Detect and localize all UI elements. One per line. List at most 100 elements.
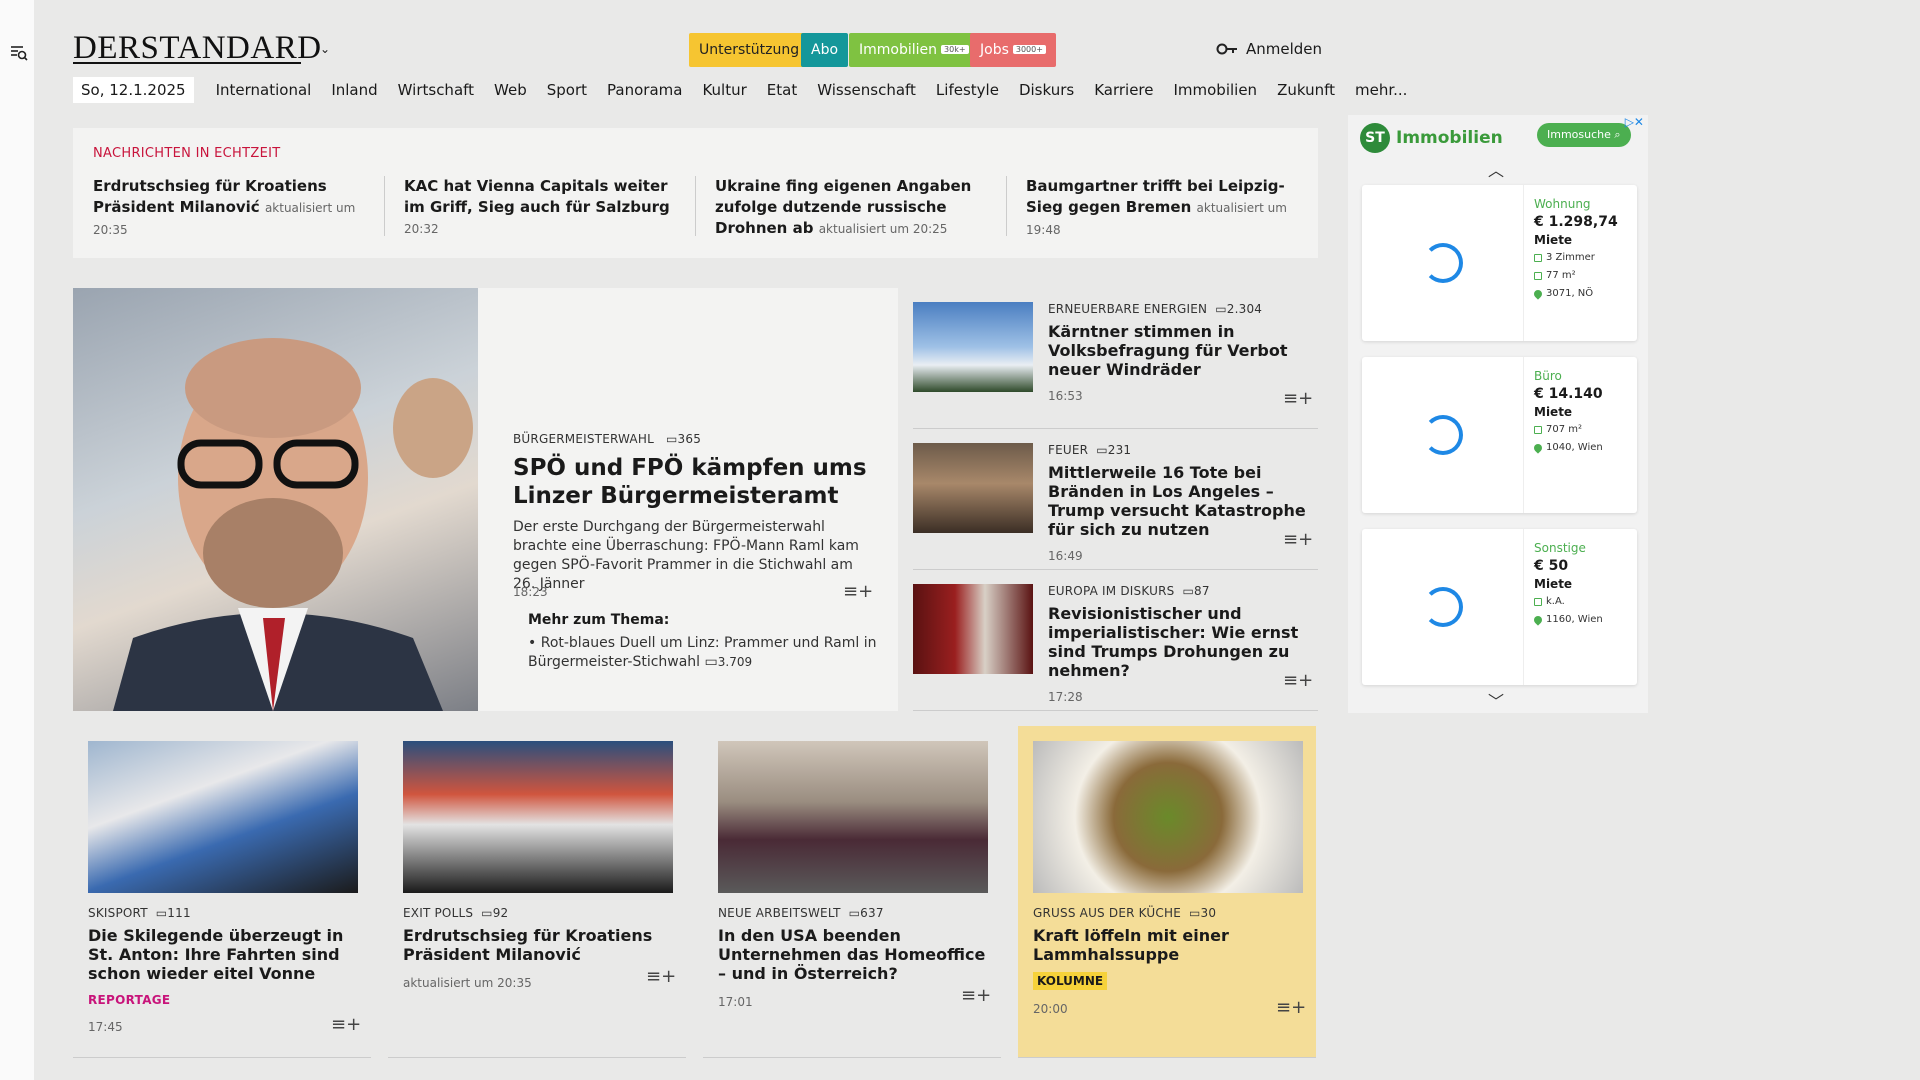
add-to-list-icon[interactable]: ≡+ <box>646 966 676 987</box>
side-kicker: FEUER ▭231 <box>1048 443 1313 457</box>
menu-search-icon[interactable] <box>9 43 29 63</box>
teaser-image[interactable] <box>88 741 358 893</box>
nav-item[interactable]: Zukunft <box>1277 81 1335 99</box>
header-pill-1[interactable]: Abo <box>801 33 849 67</box>
header-pill-label: Jobs <box>980 42 1009 58</box>
more-topic-link[interactable]: • Rot-blaues Duell um Linz: Prammer und … <box>528 634 878 672</box>
side-article-image[interactable] <box>913 302 1033 392</box>
ticker-item[interactable]: KAC hat Vienna Capitals weiter im Griff,… <box>404 176 684 240</box>
side-article[interactable]: FEUER ▭231 Mittlerweile 16 Tote bei Brände… <box>913 429 1318 570</box>
ticker-item[interactable]: Baumgartner trifft bei Leipzig-Sieg gege… <box>1026 176 1306 241</box>
nav-date: So, 12.1.2025 <box>73 77 194 103</box>
listing-area-text: k.A. <box>1546 596 1565 607</box>
immosuche-button[interactable]: Immosuche ⌕ <box>1537 123 1631 147</box>
teaser-title[interactable]: Erdrutschsieg für Kroatiens Präsident Mi… <box>403 926 673 964</box>
add-to-list-icon[interactable]: ≡+ <box>1283 670 1313 691</box>
nav-item[interactable]: Inland <box>331 81 377 99</box>
listing-area: 77 m² <box>1534 267 1618 285</box>
ticker-meta: aktualisiert um 20:25 <box>818 222 948 236</box>
nav-item[interactable]: Panorama <box>607 81 682 99</box>
nav-item[interactable]: mehr... <box>1355 81 1407 99</box>
teaser-kicker: GRUSS AUS DER KÜCHE ▭30 <box>1033 906 1303 920</box>
comment-icon: ▭ <box>704 654 718 670</box>
side-title[interactable]: Revisionistischer und imperialistischer:… <box>1048 604 1313 680</box>
header-pill-badge: 30k+ <box>941 45 969 54</box>
nav-item[interactable]: Lifestyle <box>936 81 999 99</box>
nav-item[interactable]: Wissenschaft <box>817 81 916 99</box>
nav-item[interactable]: Immobilien <box>1173 81 1257 99</box>
listing-image-placeholder <box>1362 185 1524 341</box>
nav-item[interactable]: Karriere <box>1094 81 1153 99</box>
listing-price: € 14.140 <box>1534 386 1603 402</box>
side-article-image[interactable] <box>913 584 1033 674</box>
nav-item[interactable]: Sport <box>547 81 587 99</box>
teaser-time: 17:45 <box>88 1020 123 1034</box>
hero-image[interactable] <box>73 288 478 711</box>
header-pill-2[interactable]: Immobilien 30k+ <box>849 33 979 67</box>
ad-listing[interactable]: Wohnung € 1.298,74 Miete 3 Zimmer 77 m² 3071,… <box>1362 185 1637 341</box>
chevron-down-icon[interactable]: ﹀ <box>1488 688 1504 712</box>
chevron-down-icon[interactable]: ⌄ <box>320 42 330 56</box>
comment-icon: ▭ <box>481 906 493 920</box>
hero-title[interactable]: SPÖ und FPÖ kämpfen ums Linzer Bürgermei… <box>513 454 873 510</box>
teaser-card[interactable]: GRUSS AUS DER KÜCHE ▭30 Kraft löffeln mit … <box>1018 726 1316 1058</box>
ad-brand: Immobilien <box>1396 128 1503 148</box>
login-button[interactable]: Anmelden <box>1216 40 1322 58</box>
teaser-title[interactable]: Kraft löffeln mit einer Lammhalssuppe <box>1033 926 1303 964</box>
teaser-image[interactable] <box>403 741 673 893</box>
side-article[interactable]: EUROPA IM DISKURS ▭87 Revisionistischer un… <box>913 570 1318 711</box>
ad-logo: ST Immobilien <box>1360 123 1503 153</box>
listing-rent: Miete <box>1534 577 1573 591</box>
listing-price: € 50 <box>1534 558 1569 574</box>
listing-location: 1160, Wien <box>1532 611 1603 629</box>
nav-item[interactable]: Diskurs <box>1019 81 1074 99</box>
nav-item[interactable]: International <box>216 81 312 99</box>
nav-item[interactable]: Kultur <box>702 81 746 99</box>
side-comment-count: 231 <box>1107 443 1132 457</box>
immobilien-ad[interactable]: ST Immobilien Immosuche ⌕ ▷✕ ︿ Wohnung € … <box>1348 115 1648 713</box>
chevron-up-icon[interactable]: ︿ <box>1488 157 1504 181</box>
loading-spinner-icon <box>1423 415 1463 455</box>
teaser-card[interactable]: SKISPORT ▭111 Die Skilegende überzeugt in … <box>73 726 371 1058</box>
ticker-item[interactable]: Erdrutschsieg für Kroatiens Präsident Mi… <box>93 176 373 241</box>
add-to-list-icon[interactable]: ≡+ <box>331 1014 361 1035</box>
side-title[interactable]: Kärntner stimmen in Volksbefragung für V… <box>1048 322 1313 379</box>
teaser-card[interactable]: NEUE ARBEITSWELT ▭637 In den USA beenden U… <box>703 726 1001 1058</box>
header-pill-3[interactable]: Jobs 3000+ <box>970 33 1056 67</box>
listing-location-text: 1040, Wien <box>1546 442 1603 453</box>
side-title[interactable]: Mittlerweile 16 Tote bei Bränden in Los … <box>1048 463 1313 539</box>
nav-item[interactable]: Wirtschaft <box>398 81 474 99</box>
add-to-list-icon[interactable]: ≡+ <box>1283 529 1313 550</box>
nav-item[interactable]: Etat <box>767 81 797 99</box>
ad-listing[interactable]: Sonstige € 50 Miete k.A. 1160, Wien <box>1362 529 1637 685</box>
teaser-card[interactable]: EXIT POLLS ▭92 Erdrutschsieg für Kroatiens… <box>388 726 686 1058</box>
ticker-item[interactable]: Ukraine fing eigenen Angaben zufolge dut… <box>715 176 995 240</box>
header-pill-0[interactable]: Unterstützung <box>689 33 810 67</box>
area-icon <box>1534 272 1542 280</box>
add-to-list-icon[interactable]: ≡+ <box>961 985 991 1006</box>
listing-info: Büro € 14.140 Miete 707 m² 1040, Wien <box>1532 367 1603 457</box>
add-to-list-icon[interactable]: ≡+ <box>1276 997 1306 1018</box>
teaser-image[interactable] <box>1033 741 1303 893</box>
side-article-image[interactable] <box>913 443 1033 533</box>
teaser-title[interactable]: In den USA beenden Unternehmen das Homeo… <box>718 926 988 983</box>
listing-rent: Miete <box>1534 233 1573 247</box>
ad-close-icon[interactable]: ▷✕ <box>1625 115 1644 129</box>
add-to-list-icon[interactable]: ≡+ <box>843 581 873 602</box>
ad-listing[interactable]: Büro € 14.140 Miete 707 m² 1040, Wien <box>1362 357 1637 513</box>
side-article[interactable]: ERNEUERBARE ENERGIEN ▭2.304 Kärntner stimm… <box>913 288 1318 429</box>
nav-item[interactable]: Web <box>494 81 527 99</box>
teaser-title[interactable]: Die Skilegende überzeugt in St. Anton: I… <box>88 926 358 983</box>
teaser-label-wrap: REPORTAGE <box>88 989 358 1008</box>
hero-article[interactable]: BÜRGERMEISTERWAHL ▭365 SPÖ und FPÖ kämpf… <box>478 288 898 711</box>
listing-info: Sonstige € 50 Miete k.A. 1160, Wien <box>1532 539 1603 629</box>
add-to-list-icon[interactable]: ≡+ <box>1283 388 1313 409</box>
ticker-meta: 20:32 <box>404 222 439 236</box>
teaser-comment-count: 30 <box>1200 906 1217 920</box>
header-pill-label: Abo <box>811 42 839 58</box>
comment-icon: ▭ <box>1096 443 1108 457</box>
ticker-heading: NACHRICHTEN IN ECHTZEIT <box>93 146 281 161</box>
teaser-image[interactable] <box>718 741 988 893</box>
teaser-text: NEUE ARBEITSWELT ▭637 In den USA beenden U… <box>718 906 988 1009</box>
listing-type: Sonstige <box>1534 541 1586 555</box>
